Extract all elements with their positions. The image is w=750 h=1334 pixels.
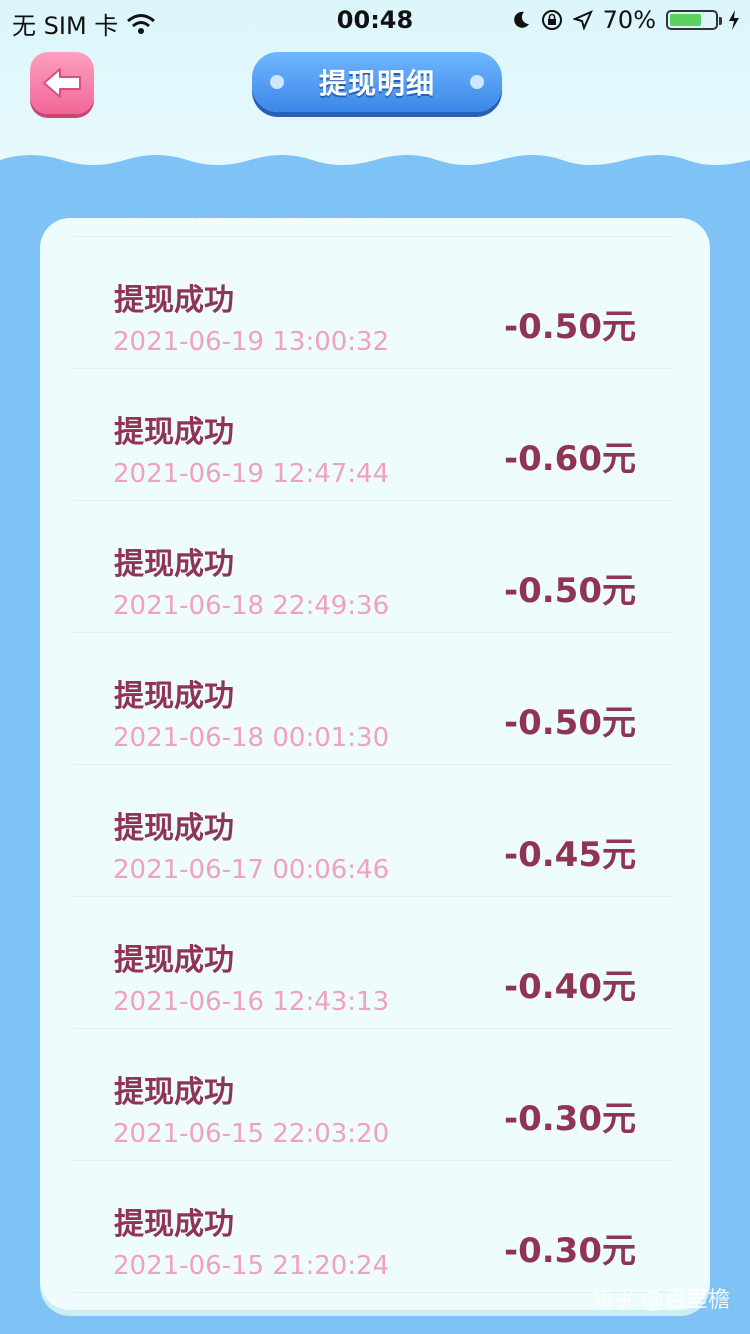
moon-icon bbox=[513, 11, 529, 28]
record-amount: -0.60元 bbox=[504, 439, 636, 479]
record-time: 2021-06-15 22:03:20 bbox=[113, 1119, 390, 1149]
record-amount: -0.45元 bbox=[504, 835, 636, 875]
record-row: 提现成功 2021-06-19 13:00:32 -0.50元 bbox=[74, 237, 674, 369]
record-status-label: 提现成功 bbox=[114, 547, 234, 582]
record-time: 2021-06-25 00:05:28 bbox=[113, 218, 389, 225]
record-row: 提现成功 2021-06-18 00:01:30 -0.50元 bbox=[74, 633, 674, 765]
record-status-label: 提现成功 bbox=[114, 811, 234, 846]
location-icon bbox=[572, 10, 593, 30]
record-row: 提现成功 2021-06-15 21:20:24 -0.30元 bbox=[74, 1161, 674, 1293]
battery-tip bbox=[719, 17, 722, 25]
record-time: 2021-06-18 00:01:30 bbox=[113, 723, 390, 753]
record-row: 提现成功 2021-06-16 12:43:13 -0.40元 bbox=[74, 897, 674, 1029]
record-time: 2021-06-19 12:47:44 bbox=[113, 459, 390, 489]
arrow-left-icon bbox=[43, 68, 81, 98]
record-time: 2021-06-17 00:06:46 bbox=[113, 855, 390, 885]
banner-dot-right bbox=[470, 75, 484, 89]
battery-fill bbox=[670, 14, 701, 26]
record-status-label: 提现成功 bbox=[114, 943, 234, 978]
record-status-label: 提现成功 bbox=[114, 679, 234, 714]
record-row: 提现成功 2021-06-15 22:03:20 -0.30元 bbox=[74, 1029, 674, 1161]
record-row: 提现成功 2021-06-18 22:49:36 -0.50元 bbox=[74, 501, 674, 633]
record-row: 提现成功2021-06-25 00:05:28-0.80元 bbox=[74, 218, 674, 237]
status-right: 70% bbox=[511, 6, 740, 34]
charging-icon bbox=[729, 10, 739, 30]
battery-icon bbox=[666, 10, 722, 30]
rotation-lock-icon bbox=[541, 10, 562, 30]
record-amount: -0.40元 bbox=[504, 967, 636, 1007]
battery-percent: 70% bbox=[602, 6, 656, 34]
back-button[interactable] bbox=[30, 52, 94, 114]
record-amount: -0.50元 bbox=[504, 703, 636, 743]
withdraw-record-card[interactable]: 提现成功2021-06-25 00:05:28-0.80元提现成功 2021-06… bbox=[40, 218, 710, 1310]
record-amount: -0.30元 bbox=[504, 1231, 636, 1271]
watermark-text: 知乎 @百里檐 bbox=[591, 1288, 730, 1313]
record-status-label: 提现成功 bbox=[114, 415, 234, 450]
record-amount: -0.50元 bbox=[504, 571, 636, 611]
record-time: 2021-06-19 13:00:32 bbox=[113, 327, 390, 357]
record-time: 2021-06-15 21:20:24 bbox=[113, 1251, 390, 1281]
record-row: 提现成功 2021-06-17 00:06:46 -0.45元 bbox=[74, 765, 674, 897]
record-status-label: 提现成功 bbox=[114, 1075, 234, 1110]
page-title: 提现明细 bbox=[318, 67, 435, 100]
status-bar: 无 SIM 卡 00:48 70% bbox=[0, 0, 750, 40]
record-list[interactable]: 提现成功2021-06-25 00:05:28-0.80元提现成功 2021-06… bbox=[40, 218, 710, 1293]
record-row: 提现成功 2021-06-19 12:47:44 -0.60元 bbox=[74, 369, 674, 501]
record-amount: -0.30元 bbox=[504, 1099, 636, 1139]
wave-divider bbox=[0, 155, 750, 195]
record-status-label: 提现成功 bbox=[114, 1207, 234, 1242]
record-time: 2021-06-16 12:43:13 bbox=[113, 987, 390, 1017]
record-status-label: 提现成功 bbox=[114, 283, 234, 318]
record-time: 2021-06-18 22:49:36 bbox=[113, 591, 390, 621]
banner-dot-left bbox=[270, 75, 284, 89]
record-amount: -0.50元 bbox=[504, 307, 636, 347]
title-banner: 提现明细 bbox=[252, 52, 502, 112]
